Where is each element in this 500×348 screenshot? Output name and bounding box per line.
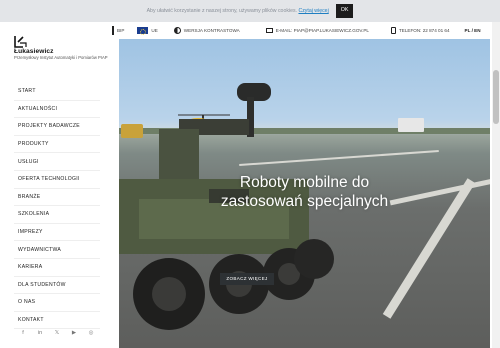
nav-item-about[interactable]: O NAS — [14, 294, 100, 312]
rss-icon[interactable]: ◎ — [87, 330, 95, 336]
nav-item-trainings[interactable]: SZKOLENIA — [14, 206, 100, 224]
email-label: E-MAIL: PIAP@PIAP.LUKASIEWICZ.GOV.PL — [275, 28, 369, 33]
contrast-label: WERSJA KONTRASTOWA — [183, 28, 240, 33]
nav-item-industries[interactable]: BRANŻE — [14, 189, 100, 207]
cookie-read-more-link[interactable]: Czytaj więcej — [298, 8, 328, 14]
nav-item-publications[interactable]: WYDAWNICTWA — [14, 241, 100, 259]
nav-item-events[interactable]: IMPREZY — [14, 224, 100, 242]
page-scrollbar[interactable] — [492, 22, 500, 348]
facebook-icon[interactable]: f — [19, 330, 27, 336]
cookie-bar: Aby ułatwić korzystanie z naszej strony,… — [0, 0, 500, 22]
nav-item-for-students[interactable]: DLA STUDENTÓW — [14, 277, 100, 295]
contrast-toggle[interactable]: WERSJA KONTRASTOWA — [173, 27, 240, 34]
see-more-button[interactable]: ZOBACZ WIĘCEJ — [220, 273, 274, 285]
eu-link[interactable]: UE — [137, 27, 158, 35]
hero-slider: Roboty mobilne do zastosowań specjalnych… — [119, 39, 490, 348]
language-switcher[interactable]: PL / EN — [465, 28, 481, 33]
mail-icon — [265, 28, 273, 33]
phone-label: TELEFON: 22 874 01 64 — [398, 28, 450, 33]
mobile-robot-image — [119, 83, 334, 330]
nav-item-technology-offer[interactable]: OFERTA TECHNOLOGII — [14, 171, 100, 189]
nav-item-contact[interactable]: KONTAKT — [14, 312, 100, 330]
nav-item-services[interactable]: USŁUGI — [14, 153, 100, 171]
hero-title-line2: zastosowań specjalnych — [220, 192, 389, 210]
linkedin-icon[interactable]: in — [36, 330, 44, 336]
email-link[interactable]: E-MAIL: PIAP@PIAP.LUKASIEWICZ.GOV.PL — [265, 28, 369, 33]
cookie-ok-button[interactable]: OK — [335, 4, 354, 18]
social-links: f in 𝕏 ▶ ◎ — [19, 330, 95, 336]
cookie-text: Aby ułatwić korzystanie z naszej strony,… — [146, 8, 297, 14]
lukasiewicz-logo-icon — [14, 36, 27, 48]
scrollbar-thumb[interactable] — [493, 70, 499, 124]
phone-icon — [390, 27, 396, 34]
phone-link[interactable]: TELEFON: 22 874 01 64 — [390, 27, 450, 34]
nav-item-news[interactable]: AKTUALNOŚCI — [14, 101, 100, 119]
hero-title: Roboty mobilne do zastosowań specjalnych — [119, 174, 490, 211]
bip-label: BIP — [117, 28, 125, 33]
eu-label: UE — [151, 28, 158, 33]
hero-title-line1: Roboty mobilne do — [239, 174, 370, 191]
contrast-icon — [173, 27, 181, 34]
nav-item-career[interactable]: KARIERA — [14, 259, 100, 277]
sidebar-nav: START AKTUALNOŚCI PROJEKTY BADAWCZE PROD… — [14, 83, 100, 330]
bip-icon — [112, 26, 114, 35]
logo-subtitle: Przemysłowy Instytut Automatyki i Pomiar… — [14, 55, 108, 60]
nav-item-research-projects[interactable]: PROJEKTY BADAWCZE — [14, 118, 100, 136]
logo[interactable]: Łukasiewicz Przemysłowy Instytut Automat… — [14, 36, 108, 70]
x-icon[interactable]: 𝕏 — [53, 330, 61, 336]
nav-item-products[interactable]: PRODUKTY — [14, 136, 100, 154]
eu-flag-icon — [137, 27, 149, 35]
nav-item-start[interactable]: START — [14, 83, 100, 101]
logo-name: Łukasiewicz — [14, 48, 54, 55]
page: Aby ułatwić korzystanie z naszej strony,… — [0, 0, 500, 348]
cookie-message: Aby ułatwić korzystanie z naszej strony,… — [147, 8, 329, 14]
youtube-icon[interactable]: ▶ — [70, 330, 78, 336]
bip-link[interactable]: BIP — [112, 26, 124, 35]
top-utility-bar: BIP UE WERSJA KONTRASTOWA E-MAIL: PIAP@P… — [112, 24, 495, 37]
van-image — [398, 118, 424, 132]
